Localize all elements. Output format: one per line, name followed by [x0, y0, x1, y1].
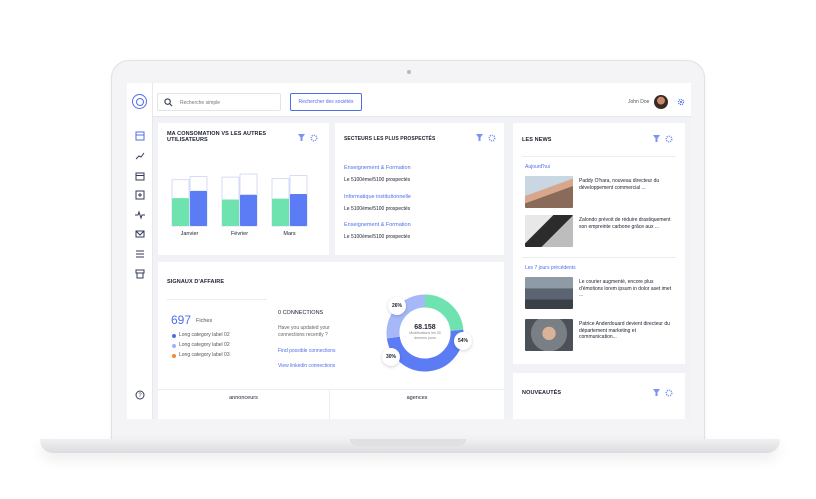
- news-thumbnail: [525, 319, 573, 351]
- mail-icon[interactable]: [135, 229, 145, 239]
- add-icon[interactable]: [135, 190, 145, 200]
- sectors-tools[interactable]: [476, 134, 498, 142]
- novelties-card: NOUVEAUTÉS: [513, 373, 685, 419]
- consumption-card: MA CONSOMATION VS LES AUTRES UTILISATEUR…: [158, 123, 329, 255]
- donut-center-value: 68.158: [414, 324, 436, 331]
- signals-count-label: Fiches: [196, 318, 213, 324]
- news-text: Le courier augmenté, encore plus d'émoti…: [579, 279, 672, 298]
- find-connections-link[interactable]: Find possible connections: [278, 348, 336, 354]
- news-divider: [522, 257, 676, 258]
- help-icon[interactable]: ?: [135, 390, 145, 400]
- top-bar: Rechercher des sociétés John Doe: [153, 83, 691, 117]
- news-thumbnail: [525, 215, 573, 247]
- search-box[interactable]: [157, 93, 281, 111]
- trend-icon[interactable]: [135, 151, 145, 161]
- list-icon[interactable]: [135, 249, 145, 259]
- bar-category-label: Février: [231, 231, 248, 237]
- legend-label: Long category label 02: [179, 342, 230, 348]
- news-text: Zalondo prévoit de réduire drastiquement…: [579, 217, 671, 230]
- user-name: John Doe: [628, 99, 650, 105]
- signals-title: SIGNAUX D'AFFAIRE: [167, 279, 225, 285]
- laptop-notch: [350, 439, 466, 446]
- news-tools[interactable]: [653, 135, 675, 143]
- news-title: LES NEWS: [522, 137, 552, 143]
- news-text: Patrice Anderdouard devient directeur du…: [579, 321, 670, 340]
- search-companies-button[interactable]: Rechercher des sociétés: [290, 93, 362, 111]
- signals-divider: [167, 299, 267, 300]
- legend-dot: [172, 354, 176, 358]
- app-screen: ? Rechercher des sociétés John Doe MA CO…: [127, 83, 691, 419]
- bar[interactable]: [172, 198, 189, 226]
- sector-item-2-detail: Le 5100ème/5100 prospectés: [344, 206, 411, 212]
- laptop-mockup: ? Rechercher des sociétés John Doe MA CO…: [0, 0, 816, 499]
- consumption-bar-chart: Janvier Février Mars: [171, 173, 308, 237]
- donut-label-blue: 54%: [454, 332, 472, 350]
- news-text: Paddy O'hara, nouveau directeur du dével…: [579, 178, 660, 191]
- legend-dot: [172, 344, 176, 348]
- tab-annonceurs[interactable]: annonceurs: [158, 395, 329, 401]
- bar-category-label: Mars: [283, 231, 295, 237]
- connections-question: Have you updated your connections recent…: [278, 325, 330, 338]
- news-item[interactable]: Paddy O'hara, nouveau directeur du dével…: [525, 176, 675, 208]
- novelties-tools[interactable]: [653, 389, 675, 397]
- avatar[interactable]: [654, 95, 668, 109]
- signals-card: SIGNAUX D'AFFAIRE 697 Fiches Long catego…: [158, 262, 504, 419]
- legend-dot: [172, 334, 176, 338]
- legend-label: Long category label 03: [179, 352, 230, 358]
- sidebar: ?: [127, 83, 153, 419]
- sector-item-3-name[interactable]: Enseignement & Formation: [344, 222, 411, 228]
- donut-center-label: Modifications les 30 derniers jours: [409, 331, 441, 340]
- news-section-today: Aujourd'hui: [525, 164, 550, 170]
- signals-bottom-divider: [158, 389, 504, 390]
- archive-icon[interactable]: [135, 269, 145, 279]
- bar-category-label: Janvier: [181, 231, 199, 237]
- search-input[interactable]: [180, 97, 278, 108]
- linkedin-connections-link[interactable]: View linkedin connections: [278, 363, 335, 369]
- bar[interactable]: [240, 194, 257, 226]
- legend-label: Long category label 02: [179, 332, 230, 338]
- bar[interactable]: [272, 198, 289, 226]
- sector-item-1-name[interactable]: Enseignement & Formation: [344, 165, 411, 171]
- news-thumbnail: [525, 277, 573, 309]
- settings-gear-icon[interactable]: [677, 98, 685, 106]
- donut-label-green: 26%: [388, 297, 406, 315]
- news-thumbnail: [525, 176, 573, 208]
- sector-item-1-detail: Le 5100ème/5100 prospectés: [344, 177, 411, 183]
- news-item[interactable]: Patrice Anderdouard devient directeur du…: [525, 319, 675, 351]
- signals-count: 697: [171, 313, 192, 327]
- news-card: LES NEWS Aujourd'hui Paddy O'hara, nouve…: [513, 123, 685, 364]
- news-divider: [522, 156, 676, 157]
- app-logo[interactable]: [132, 94, 147, 109]
- search-icon: [164, 98, 173, 107]
- donut-label-light-blue: 30%: [382, 348, 400, 366]
- tab-agences[interactable]: agences: [330, 395, 504, 401]
- dashboard-icon[interactable]: [135, 131, 145, 141]
- novelties-title: NOUVEAUTÉS: [522, 390, 562, 396]
- sector-item-2-name[interactable]: Informatique institutionnelle: [344, 194, 411, 200]
- news-item[interactable]: Le courier augmenté, encore plus d'émoti…: [525, 277, 675, 309]
- calendar-icon[interactable]: [135, 171, 145, 181]
- sectors-card: SECTEURS LES PLUS PROSPECTÉS Enseignemen…: [335, 123, 504, 255]
- laptop-camera: [407, 70, 411, 74]
- sectors-title: SECTEURS LES PLUS PROSPECTÉS: [344, 136, 436, 142]
- bar[interactable]: [222, 199, 239, 226]
- donut-center: 68.158 Modifications les 30 derniers jou…: [405, 324, 445, 340]
- news-section-week: Les 7 jours précédents: [525, 265, 576, 271]
- connections-title: 0 CONNECTIONS: [278, 310, 324, 316]
- news-item[interactable]: Zalondo prévoit de réduire drastiquement…: [525, 215, 675, 247]
- bar[interactable]: [190, 190, 207, 226]
- sector-item-3-detail: Le 5100ème/5100 prospectés: [344, 234, 411, 240]
- bar[interactable]: [290, 194, 307, 226]
- activity-icon[interactable]: [135, 210, 145, 220]
